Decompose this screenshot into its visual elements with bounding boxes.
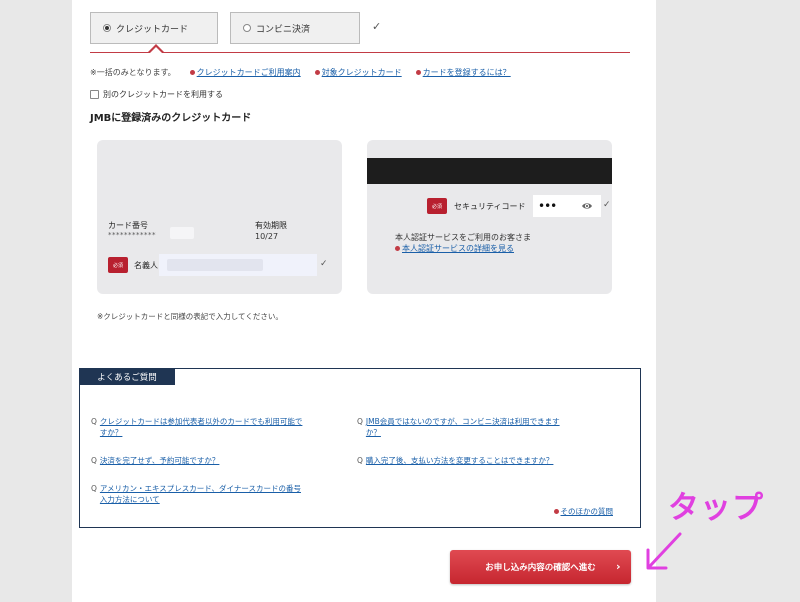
card-number-mask xyxy=(170,227,194,239)
section-title: JMBに登録済みのクレジットカード xyxy=(90,113,252,124)
required-badge: 必須 xyxy=(108,257,128,273)
link-icon xyxy=(395,246,400,251)
auth-service-text: 本人認証サービスをご利用のお客さま xyxy=(395,233,531,242)
faq-q-marker: Q xyxy=(91,417,97,426)
link-icon xyxy=(314,70,320,75)
auth-service-link[interactable]: 本人認証サービスの詳細を見る xyxy=(395,243,514,254)
faq-q-marker: Q xyxy=(357,456,363,465)
faq-question-2[interactable]: Q 決済を完了せず、予約可能ですか？ xyxy=(91,455,219,466)
faq-question-1[interactable]: Q クレジットカードは参加代表者以外のカードでも利用可能で すか？ xyxy=(91,416,302,438)
faq-q-marker: Q xyxy=(357,417,363,426)
tab-credit-card[interactable]: クレジットカード xyxy=(90,12,218,44)
faq-title: よくあるご質問 xyxy=(79,368,175,385)
link-register-card[interactable]: カードを登録するには？ xyxy=(415,67,511,78)
use-other-card-row[interactable]: 別のクレジットカードを利用する xyxy=(90,89,223,100)
faq-question-4[interactable]: Q JMB会員ではないのですが、コンビニ決済は利用できます か？ xyxy=(357,416,560,438)
expiry-label: 有効期限 xyxy=(255,221,287,230)
chevron-right-icon: › xyxy=(616,560,621,573)
faq-q-marker: Q xyxy=(91,456,97,465)
link-icon xyxy=(189,70,195,75)
required-badge: 必須 xyxy=(427,198,447,214)
security-code-value: ••• xyxy=(538,199,557,213)
card-number-label: カード番号 xyxy=(108,221,148,230)
use-other-card-label: 別のクレジットカードを利用する xyxy=(103,90,223,99)
eye-icon[interactable] xyxy=(581,200,593,212)
faq-question-5[interactable]: Q 購入完了後、支払い方法を変更することはできますか？ xyxy=(357,455,553,466)
tab-convenience-store-label: コンビニ決済 xyxy=(256,24,311,35)
lump-sum-note: ※一括のみとなります。 xyxy=(90,68,176,77)
faq-more-link[interactable]: そのほかの質問 xyxy=(553,506,613,517)
submit-button[interactable]: お申し込み内容の確認へ進む xyxy=(450,550,631,584)
link-card-guide[interactable]: クレジットカードご利用案内 xyxy=(189,67,301,78)
radio-unselected-icon xyxy=(243,24,251,32)
card-front: カード番号 ************ 有効期限 10/27 必須 名義人 ✓ xyxy=(97,140,342,294)
cardholder-label: 名義人 xyxy=(134,261,158,270)
arrow-annotation-icon xyxy=(646,532,682,570)
card-number-value: ************ xyxy=(108,231,156,239)
use-other-card-checkbox[interactable] xyxy=(90,90,99,99)
magnetic-strip xyxy=(367,158,612,184)
link-icon xyxy=(553,509,559,514)
cardholder-check-icon: ✓ xyxy=(320,259,328,269)
expiry-value: 10/27 xyxy=(255,232,279,241)
card-back: 必須 セキュリティコード ••• ✓ 本人認証サービスをご利用のお客さま 本人認… xyxy=(367,140,612,294)
security-code-label: セキュリティコード xyxy=(454,202,526,211)
link-eligible-cards[interactable]: 対象クレジットカード xyxy=(314,67,402,78)
tab-check-icon: ✓ xyxy=(372,20,382,33)
faq-box: よくあるご質問 Q クレジットカードは参加代表者以外のカードでも利用可能で すか？… xyxy=(79,368,641,528)
tab-credit-card-label: クレジットカード xyxy=(116,24,189,35)
faq-q-marker: Q xyxy=(91,484,97,493)
security-code-check-icon: ✓ xyxy=(603,200,611,210)
submit-button-label: お申し込み内容の確認へ進む xyxy=(485,562,596,572)
tab-convenience-store[interactable]: コンビニ決済 xyxy=(230,12,360,44)
faq-question-3[interactable]: Q アメリカン・エキスプレスカード、ダイナースカードの番号 入力方法について xyxy=(91,483,301,505)
radio-selected-icon xyxy=(103,24,111,32)
cardholder-mask xyxy=(167,259,263,271)
tap-annotation: タップ xyxy=(668,490,764,526)
link-icon xyxy=(415,70,421,75)
tab-underline xyxy=(90,52,630,53)
card-input-note: ※クレジットカードと同様の表記で入力してください。 xyxy=(97,312,283,321)
notes-row: ※一括のみとなります。 クレジットカードご利用案内 対象クレジットカード カード… xyxy=(90,67,511,78)
